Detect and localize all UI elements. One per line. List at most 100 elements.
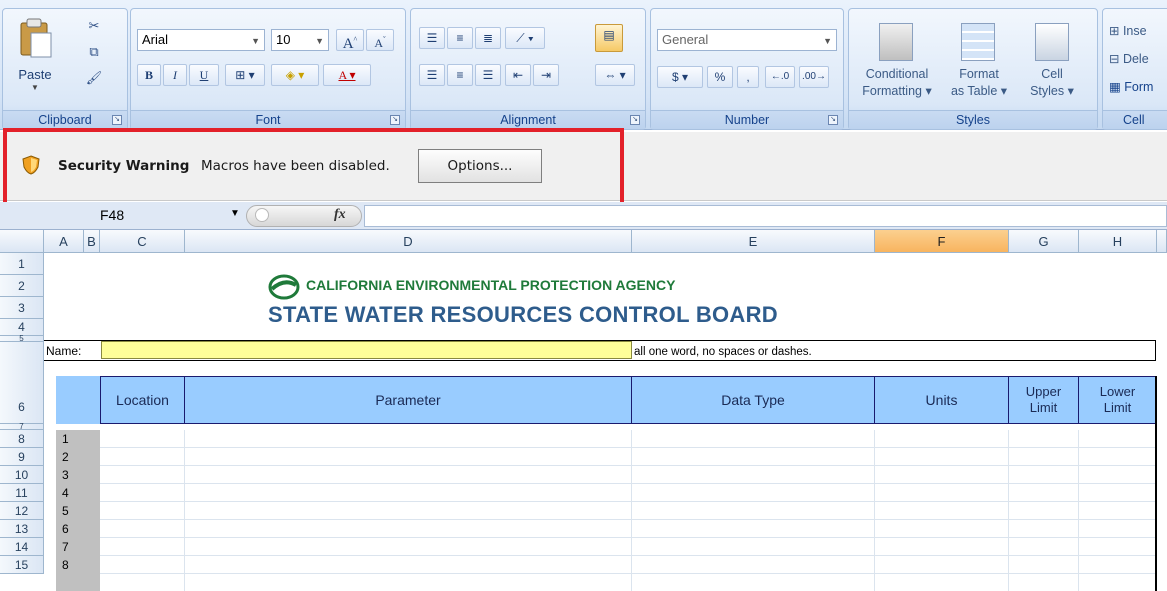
column-header-c[interactable]: C bbox=[100, 230, 185, 253]
align-top-icon[interactable]: ☰ bbox=[419, 27, 445, 49]
fill-color-icon[interactable]: ◈ ▾ bbox=[271, 64, 319, 86]
row-header-15[interactable]: 15 bbox=[0, 556, 44, 574]
clipboard-dialog-launcher[interactable]: ↘ bbox=[112, 115, 122, 125]
grid-col-line bbox=[1078, 430, 1079, 591]
borders-icon[interactable]: ⊞ ▾ bbox=[225, 64, 265, 86]
chevron-down-icon: ▼ bbox=[823, 36, 832, 46]
item-number: 3 bbox=[62, 468, 69, 482]
format-as-table-label-2[interactable]: as Table ▾ bbox=[943, 83, 1015, 98]
item-number: 1 bbox=[62, 432, 69, 446]
formula-input[interactable] bbox=[364, 205, 1167, 227]
row-header-13[interactable]: 13 bbox=[0, 520, 44, 538]
insert-function-button[interactable]: fx bbox=[334, 207, 346, 223]
header-location: Location bbox=[100, 376, 185, 424]
column-header-a[interactable]: A bbox=[44, 230, 84, 253]
row-header-9[interactable]: 9 bbox=[0, 448, 44, 466]
format-as-table-icon[interactable] bbox=[961, 23, 995, 61]
copy-icon[interactable]: ⧉ bbox=[83, 41, 105, 63]
delete-button[interactable]: ⊟ Dele bbox=[1109, 51, 1149, 66]
wrap-text-icon[interactable]: ▤ bbox=[595, 24, 623, 52]
italic-button[interactable]: I bbox=[163, 64, 187, 86]
grid-col-line bbox=[1008, 430, 1009, 591]
name-row-bottom-border bbox=[44, 360, 1156, 361]
column-header-h[interactable]: H bbox=[1079, 230, 1157, 253]
column-header-b[interactable]: B bbox=[84, 230, 100, 253]
item-number: 6 bbox=[62, 522, 69, 536]
select-all-corner[interactable] bbox=[0, 230, 44, 253]
number-dialog-launcher[interactable]: ↘ bbox=[828, 115, 838, 125]
font-name-combo[interactable]: Arial ▼ bbox=[137, 29, 265, 51]
decrease-indent-icon[interactable]: ⇤ bbox=[505, 64, 531, 86]
name-box-dropdown-icon[interactable]: ▼ bbox=[230, 208, 240, 219]
column-header-g[interactable]: G bbox=[1009, 230, 1079, 253]
insert-button[interactable]: ⊞ Inse bbox=[1109, 23, 1147, 38]
highlight-box bbox=[3, 128, 624, 206]
row-header-14[interactable]: 14 bbox=[0, 538, 44, 556]
worksheet: A B C D E F G H 1 2 3 4 5 6 7 8 9 10 11 … bbox=[0, 230, 1167, 591]
clipboard-group: Paste ▼ ✂ ⧉ 🖌 Clipboard ↘ bbox=[2, 8, 128, 130]
merge-center-icon[interactable]: ⇔ ▾ bbox=[595, 64, 635, 86]
currency-symbol: $ bbox=[671, 70, 679, 84]
row-header-11[interactable]: 11 bbox=[0, 484, 44, 502]
row-header-12[interactable]: 12 bbox=[0, 502, 44, 520]
chevron-down-icon: ▼ bbox=[251, 36, 260, 46]
cells-group: ⊞ Inse ⊟ Dele ▦ Form Cell bbox=[1102, 8, 1167, 130]
column-header-d[interactable]: D bbox=[185, 230, 632, 253]
row-header-10[interactable]: 10 bbox=[0, 466, 44, 484]
formula-bar: F48 ▼ fx bbox=[0, 202, 1167, 230]
cell-styles-label-2[interactable]: Styles ▾ bbox=[1019, 83, 1085, 98]
orientation-icon[interactable]: ⟋ ▾ bbox=[505, 27, 545, 49]
alignment-group: ☰ ≡ ≣ ⟋ ▾ ☰ ≡ ☰ ⇤ ⇥ ▤ ⇔ ▾ Alignment ↘ bbox=[410, 8, 646, 130]
grid-line bbox=[100, 555, 1157, 556]
font-group-label: Font bbox=[131, 110, 405, 129]
column-header-f[interactable]: F bbox=[875, 230, 1009, 253]
row-header-2[interactable]: 2 bbox=[0, 275, 44, 297]
percent-button[interactable]: % bbox=[707, 66, 733, 88]
conditional-formatting-icon[interactable] bbox=[879, 23, 913, 61]
format-painter-icon[interactable]: 🖌 bbox=[83, 67, 105, 89]
cut-icon[interactable]: ✂ bbox=[83, 15, 105, 37]
number-format-combo[interactable]: General ▼ bbox=[657, 29, 837, 51]
paste-dropdown-icon[interactable]: ▼ bbox=[31, 83, 39, 92]
paste-icon[interactable] bbox=[13, 17, 57, 67]
align-center-icon[interactable]: ≡ bbox=[447, 64, 473, 86]
align-bottom-icon[interactable]: ≣ bbox=[475, 27, 501, 49]
conditional-formatting-label-2[interactable]: Formatting ▾ bbox=[853, 83, 941, 98]
cell-styles-label-1[interactable]: Cell bbox=[1019, 67, 1085, 81]
styles-group-label: Styles bbox=[849, 110, 1097, 129]
paste-button[interactable]: Paste bbox=[13, 67, 57, 82]
underline-button[interactable]: U bbox=[189, 64, 219, 86]
bold-button[interactable]: B bbox=[137, 64, 161, 86]
table-right-border bbox=[1155, 376, 1157, 591]
row-header-8[interactable]: 8 bbox=[0, 430, 44, 448]
cell-styles-icon[interactable] bbox=[1035, 23, 1069, 61]
currency-button[interactable]: $ ▾ bbox=[657, 66, 703, 88]
align-middle-icon[interactable]: ≡ bbox=[447, 27, 473, 49]
format-as-table-label-1[interactable]: Format bbox=[943, 67, 1015, 81]
shrink-font-button[interactable]: Aˇ bbox=[366, 29, 394, 51]
item-number: 4 bbox=[62, 486, 69, 500]
comma-button[interactable]: , bbox=[737, 66, 759, 88]
row-header-1[interactable]: 1 bbox=[0, 253, 44, 275]
align-left-icon[interactable]: ☰ bbox=[419, 64, 445, 86]
row-header-6[interactable]: 6 bbox=[0, 342, 44, 424]
font-size-combo[interactable]: 10 ▼ bbox=[271, 29, 329, 51]
font-dialog-launcher[interactable]: ↘ bbox=[390, 115, 400, 125]
grid-line bbox=[100, 537, 1157, 538]
agency-title: CALIFORNIA ENVIRONMENTAL PROTECTION AGEN… bbox=[306, 277, 676, 293]
alignment-dialog-launcher[interactable]: ↘ bbox=[630, 115, 640, 125]
row-header-3[interactable]: 3 bbox=[0, 297, 44, 319]
decrease-decimal-icon[interactable]: .00→ bbox=[799, 66, 829, 88]
font-color-icon[interactable]: A ▾ bbox=[323, 64, 371, 86]
item-number: 8 bbox=[62, 558, 69, 572]
name-box[interactable]: F48 bbox=[80, 205, 248, 226]
column-header-e[interactable]: E bbox=[632, 230, 875, 253]
grow-font-button[interactable]: A^ bbox=[336, 29, 364, 52]
conditional-formatting-label-1[interactable]: Conditional bbox=[853, 67, 941, 81]
increase-decimal-icon[interactable]: ←.0 bbox=[765, 66, 795, 88]
name-input[interactable] bbox=[101, 341, 632, 359]
align-right-icon[interactable]: ☰ bbox=[475, 64, 501, 86]
format-button[interactable]: ▦ Form bbox=[1109, 79, 1153, 94]
format-label: Form bbox=[1124, 80, 1154, 94]
increase-indent-icon[interactable]: ⇥ bbox=[533, 64, 559, 86]
